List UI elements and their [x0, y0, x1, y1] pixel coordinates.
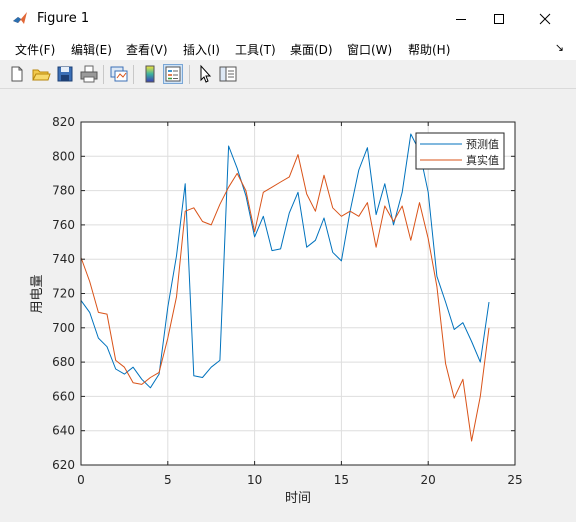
- menu-insert[interactable]: 插入(I): [183, 41, 220, 58]
- dock-figure-icon[interactable]: ↘: [555, 41, 564, 54]
- y-tick-label: 640: [52, 424, 75, 438]
- link-plot-button[interactable]: [109, 64, 129, 84]
- menu-window[interactable]: 窗口(W): [347, 41, 392, 58]
- open-file-button[interactable]: [31, 64, 51, 84]
- close-icon: [539, 13, 551, 25]
- matlab-logo-icon: [13, 12, 27, 24]
- legend-label-predicted: 预测值: [466, 138, 499, 151]
- x-tick-label: 0: [77, 473, 85, 487]
- x-tick-label: 15: [334, 473, 349, 487]
- insert-legend-button[interactable]: [163, 64, 183, 84]
- y-tick-label: 780: [52, 184, 75, 198]
- insert-legend-icon: [165, 66, 181, 82]
- maximize-button[interactable]: [476, 0, 522, 38]
- menu-tools[interactable]: 工具(T): [235, 41, 276, 58]
- figure-canvas: 0 5 10 15 20 25 620 640 660 680 700 720 740 760 780 800…: [0, 89, 576, 518]
- figure-window: Figure 1 文件(F) 编辑(E) 查看(V) 插入(I) 工具(T) 桌…: [0, 0, 576, 518]
- x-tick-label: 25: [507, 473, 522, 487]
- minimize-icon: [456, 19, 466, 20]
- print-figure-icon: [80, 65, 98, 83]
- y-tick-label: 720: [52, 287, 75, 301]
- legend[interactable]: 预测值 真实值: [415, 132, 505, 170]
- x-axis-label: 时间: [285, 491, 311, 506]
- print-figure-button[interactable]: [79, 64, 99, 84]
- new-figure-icon: [11, 66, 23, 82]
- line-plot[interactable]: 0 5 10 15 20 25 620 640 660 680 700 720 740 760 780 800…: [0, 89, 576, 518]
- toolbar-separator: [133, 65, 134, 84]
- y-tick-label: 700: [52, 321, 75, 335]
- x-tick-label: 20: [421, 473, 436, 487]
- y-tick-label: 620: [52, 458, 75, 472]
- toolbar-separator: [189, 65, 190, 84]
- menu-help[interactable]: 帮助(H): [408, 41, 450, 58]
- save-figure-button[interactable]: [55, 64, 75, 84]
- menu-edit[interactable]: 编辑(E): [71, 41, 112, 58]
- open-file-icon: [32, 69, 51, 81]
- menu-view[interactable]: 查看(V): [126, 41, 168, 58]
- property-inspector-icon: [219, 66, 237, 82]
- menu-desktop[interactable]: 桌面(D): [290, 41, 333, 58]
- close-button[interactable]: [522, 0, 568, 38]
- y-tick-label: 680: [52, 355, 75, 369]
- insert-colorbar-button[interactable]: [140, 64, 160, 84]
- y-tick-label: 820: [52, 115, 75, 129]
- x-tick-label: 5: [164, 473, 172, 487]
- edit-plot-icon: [200, 64, 212, 83]
- menu-file[interactable]: 文件(F): [15, 41, 55, 58]
- property-inspector-button[interactable]: [218, 64, 238, 84]
- edit-plot-button[interactable]: [195, 64, 215, 84]
- save-figure-icon: [57, 66, 73, 82]
- toolbar-separator: [103, 65, 104, 84]
- y-tick-label: 660: [52, 389, 75, 403]
- link-plot-icon: [110, 66, 128, 82]
- legend-label-actual: 真实值: [466, 153, 499, 167]
- y-axis-label: 用电量: [30, 274, 45, 313]
- menu-bar: 文件(F) 编辑(E) 查看(V) 插入(I) 工具(T) 桌面(D) 窗口(W…: [0, 38, 576, 60]
- figure-toolbar: [0, 61, 576, 89]
- insert-colorbar-icon: [145, 65, 155, 83]
- y-tick-label: 760: [52, 218, 75, 232]
- title-bar: Figure 1: [0, 0, 576, 38]
- window-title: Figure 1: [37, 11, 90, 26]
- new-figure-button[interactable]: [7, 64, 27, 84]
- y-tick-label: 740: [52, 252, 75, 266]
- x-tick-label: 10: [247, 473, 262, 487]
- y-tick-label: 800: [52, 149, 75, 163]
- maximize-icon: [494, 14, 504, 24]
